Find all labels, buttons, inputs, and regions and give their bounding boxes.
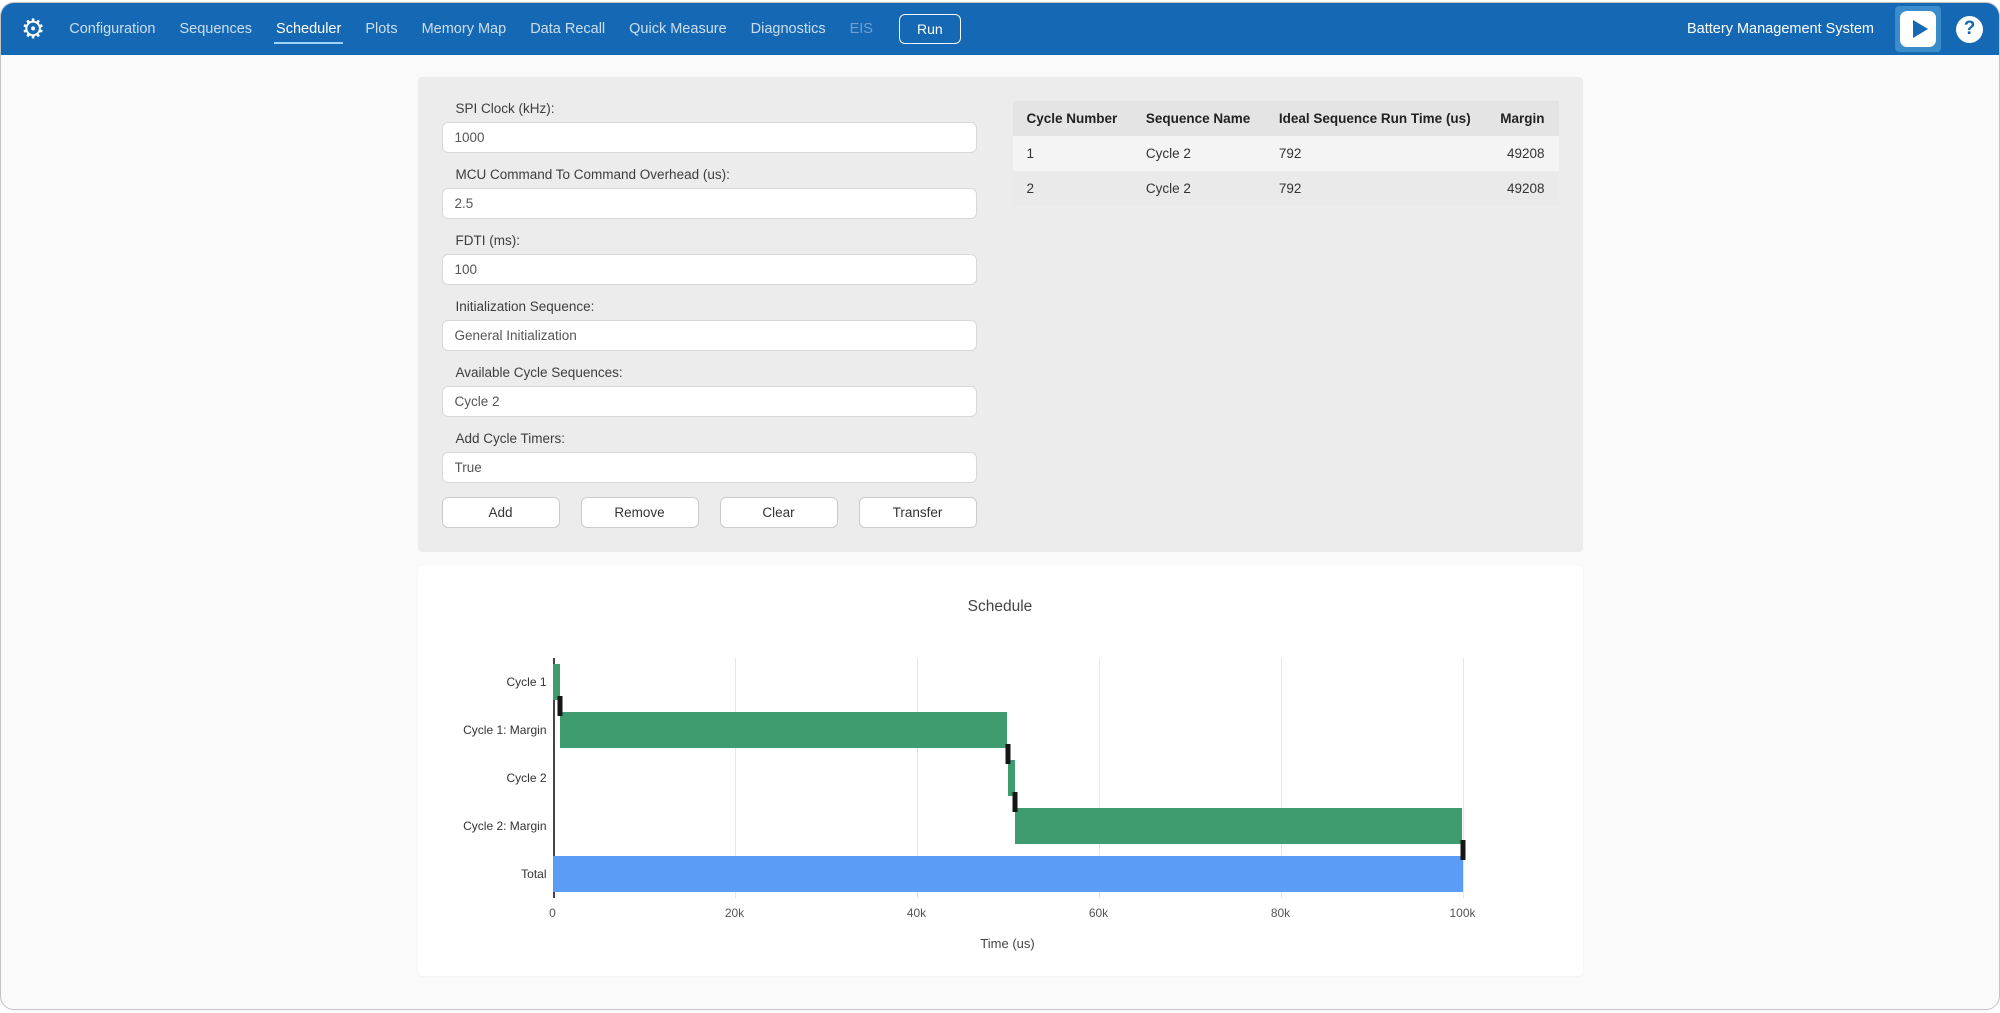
- boundary-marker: [1005, 744, 1010, 764]
- boundary-marker: [557, 696, 562, 716]
- clear-button[interactable]: Clear: [720, 497, 838, 528]
- nav-sequences[interactable]: Sequences: [167, 5, 264, 53]
- cell-cycle-number: 1: [1013, 136, 1132, 171]
- x-tick-label: 60k: [1089, 906, 1108, 920]
- nav-scheduler[interactable]: Scheduler: [264, 5, 353, 53]
- scheduler-form: SPI Clock (kHz): MCU Command To Command …: [442, 101, 977, 528]
- scheduler-config-panel: SPI Clock (kHz): MCU Command To Command …: [418, 77, 1583, 552]
- chart-title: Schedule: [418, 598, 1583, 616]
- cell-sequence-name: Cycle 2: [1132, 136, 1265, 171]
- nav-configuration[interactable]: Configuration: [57, 5, 167, 53]
- schedule-chart: Cycle 1Cycle 1: MarginCycle 2Cycle 2: Ma…: [428, 658, 1583, 898]
- app-window: ⚙ Configuration Sequences Scheduler Plot…: [0, 2, 2000, 1010]
- cell-ideal-run-time: 792: [1265, 136, 1486, 171]
- app-title: Battery Management System: [1687, 21, 1874, 37]
- chart-x-ticks: 020k40k60k80k100k: [553, 898, 1463, 920]
- fdti-field-group: FDTI (ms):: [442, 233, 977, 285]
- cell-sequence-name: Cycle 2: [1132, 171, 1265, 206]
- initialization-sequence-input[interactable]: [442, 320, 977, 351]
- boundary-marker: [1460, 840, 1465, 860]
- cycle-table: Cycle Number Sequence Name Ideal Sequenc…: [1013, 101, 1559, 206]
- play-icon: [1900, 11, 1936, 47]
- add-cycle-timers-input[interactable]: [442, 452, 977, 483]
- chart-bar-cycle-2-margin: [1015, 808, 1463, 844]
- cell-cycle-number: 2: [1013, 171, 1132, 206]
- cycle-table-container: Cycle Number Sequence Name Ideal Sequenc…: [1013, 101, 1559, 528]
- nav-memory-map[interactable]: Memory Map: [410, 5, 519, 53]
- y-category-label: Cycle 2: Margin: [463, 802, 546, 850]
- chart-bar-cycle-1-margin: [560, 712, 1008, 748]
- x-tick-label: 80k: [1271, 906, 1290, 920]
- cell-ideal-run-time: 792: [1265, 171, 1486, 206]
- x-tick-label: 0: [549, 906, 556, 920]
- mcu-overhead-label: MCU Command To Command Overhead (us):: [456, 167, 977, 182]
- mcu-overhead-input[interactable]: [442, 188, 977, 219]
- col-header-margin: Margin: [1486, 101, 1559, 136]
- play-button[interactable]: [1895, 6, 1941, 52]
- fdti-label: FDTI (ms):: [456, 233, 977, 248]
- table-header-row: Cycle Number Sequence Name Ideal Sequenc…: [1013, 101, 1559, 136]
- available-cycle-sequences-input[interactable]: [442, 386, 977, 417]
- schedule-chart-card: Schedule Cycle 1Cycle 1: MarginCycle 2Cy…: [418, 566, 1583, 976]
- nav-data-recall[interactable]: Data Recall: [518, 5, 617, 53]
- nav-eis: EIS: [838, 5, 885, 53]
- y-category-label: Cycle 2: [506, 754, 546, 802]
- mcu-overhead-field-group: MCU Command To Command Overhead (us):: [442, 167, 977, 219]
- x-tick-label: 20k: [725, 906, 744, 920]
- y-category-label: Total: [521, 850, 546, 898]
- spi-clock-label: SPI Clock (kHz):: [456, 101, 977, 116]
- initialization-sequence-field-group: Initialization Sequence:: [442, 299, 977, 351]
- nav-diagnostics[interactable]: Diagnostics: [739, 5, 838, 53]
- remove-button[interactable]: Remove: [581, 497, 699, 528]
- available-cycle-sequences-field-group: Available Cycle Sequences:: [442, 365, 977, 417]
- chart-x-axis-title: Time (us): [553, 936, 1463, 951]
- col-header-cycle-number: Cycle Number: [1013, 101, 1132, 136]
- table-row[interactable]: 2 Cycle 2 792 49208: [1013, 171, 1559, 206]
- col-header-ideal-run-time: Ideal Sequence Run Time (us): [1265, 101, 1486, 136]
- x-tick-label: 40k: [907, 906, 926, 920]
- chart-bar-total: [553, 856, 1463, 892]
- fdti-input[interactable]: [442, 254, 977, 285]
- available-cycle-sequences-label: Available Cycle Sequences:: [456, 365, 977, 380]
- initialization-sequence-label: Initialization Sequence:: [456, 299, 977, 314]
- add-cycle-timers-label: Add Cycle Timers:: [456, 431, 977, 446]
- gear-icon[interactable]: ⚙: [21, 16, 45, 43]
- chart-bar-cycle-1: [553, 664, 560, 700]
- cell-margin: 49208: [1486, 136, 1559, 171]
- main-content: SPI Clock (kHz): MCU Command To Command …: [418, 77, 1583, 976]
- table-row[interactable]: 1 Cycle 2 792 49208: [1013, 136, 1559, 171]
- y-category-label: Cycle 1: [506, 658, 546, 706]
- col-header-sequence-name: Sequence Name: [1132, 101, 1265, 136]
- form-actions: Add Remove Clear Transfer: [442, 497, 977, 528]
- add-cycle-timers-field-group: Add Cycle Timers:: [442, 431, 977, 483]
- cell-margin: 49208: [1486, 171, 1559, 206]
- chart-y-labels: Cycle 1Cycle 1: MarginCycle 2Cycle 2: Ma…: [428, 658, 553, 898]
- top-navbar: ⚙ Configuration Sequences Scheduler Plot…: [1, 3, 1999, 55]
- main-nav: Configuration Sequences Scheduler Plots …: [57, 5, 885, 53]
- add-button[interactable]: Add: [442, 497, 560, 528]
- spi-clock-input[interactable]: [442, 122, 977, 153]
- topbar-right: Battery Management System ?: [1687, 6, 1983, 52]
- chart-plot: [553, 658, 1463, 898]
- nav-quick-measure[interactable]: Quick Measure: [617, 5, 739, 53]
- help-icon[interactable]: ?: [1956, 16, 1983, 43]
- nav-plots[interactable]: Plots: [353, 5, 409, 53]
- gridline: [1463, 658, 1464, 898]
- spi-clock-field-group: SPI Clock (kHz):: [442, 101, 977, 153]
- boundary-marker: [1012, 792, 1017, 812]
- y-category-label: Cycle 1: Margin: [463, 706, 546, 754]
- transfer-button[interactable]: Transfer: [859, 497, 977, 528]
- chart-bar-cycle-2: [1008, 760, 1015, 796]
- x-tick-label: 100k: [1449, 906, 1475, 920]
- run-button[interactable]: Run: [899, 14, 961, 44]
